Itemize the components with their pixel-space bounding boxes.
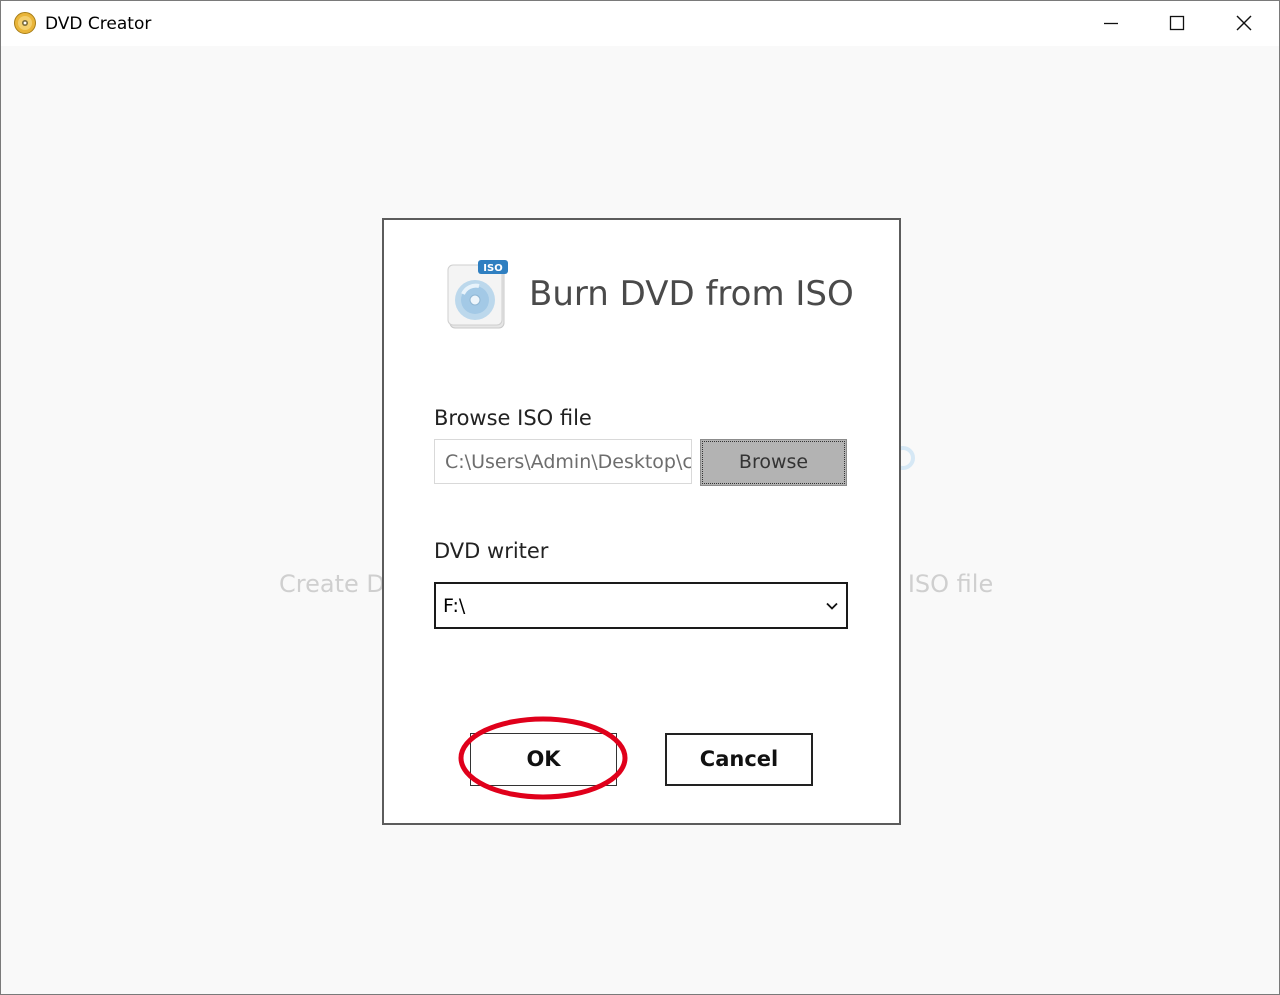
app-window: DVD Creator Create D n ISO file	[0, 0, 1280, 995]
ok-button[interactable]: OK	[470, 733, 617, 786]
browse-button[interactable]: Browse	[700, 439, 847, 486]
dialog-title: Burn DVD from ISO	[529, 274, 854, 314]
browse-iso-label: Browse ISO file	[434, 406, 592, 430]
maximize-icon	[1169, 15, 1185, 31]
minimize-button[interactable]	[1078, 1, 1144, 46]
dvd-writer-label: DVD writer	[434, 539, 549, 563]
iso-path-input[interactable]	[434, 439, 692, 484]
iso-file-icon: ISO	[446, 258, 510, 330]
dvd-writer-select[interactable]: F:\	[434, 582, 848, 629]
cancel-button[interactable]: Cancel	[665, 733, 813, 786]
iso-badge: ISO	[483, 263, 502, 274]
minimize-icon	[1104, 22, 1118, 25]
title-bar[interactable]: DVD Creator	[1, 1, 1279, 46]
background-caption-left: Create D	[279, 570, 383, 598]
maximize-button[interactable]	[1144, 1, 1210, 46]
burn-dialog: ISO Burn DVD from ISO Browse ISO file Br…	[382, 218, 901, 825]
close-icon	[1236, 15, 1252, 31]
chevron-down-icon	[825, 598, 839, 612]
dvd-writer-value: F:\	[443, 595, 466, 617]
close-button[interactable]	[1211, 1, 1277, 46]
background-caption-right: n ISO file	[899, 570, 994, 598]
background-disc-icon	[899, 445, 917, 471]
dvd-disc-icon	[14, 12, 36, 34]
window-title: DVD Creator	[45, 14, 152, 34]
